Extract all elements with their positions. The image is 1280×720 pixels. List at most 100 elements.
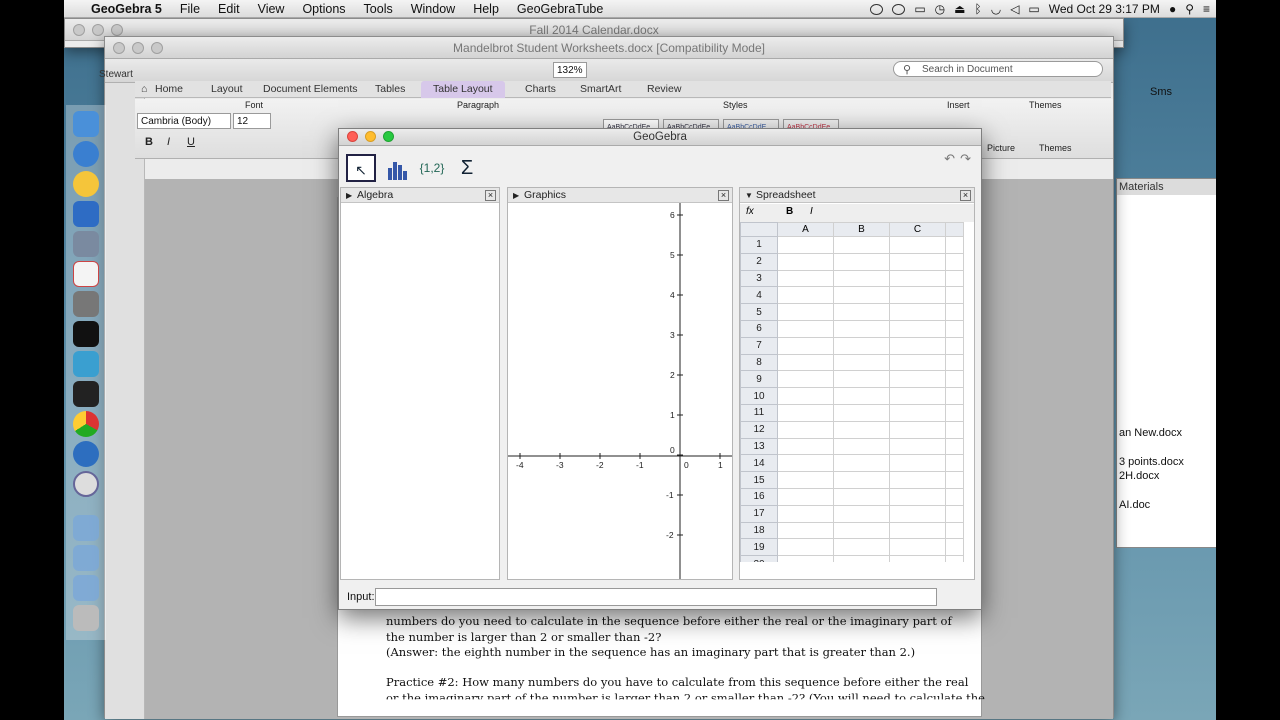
- cell[interactable]: [833, 403, 890, 422]
- tab-smartart[interactable]: SmartArt: [580, 83, 621, 95]
- calendar-icon[interactable]: [73, 261, 99, 287]
- row-header[interactable]: 20: [740, 555, 778, 562]
- minimize-icon[interactable]: [132, 42, 144, 54]
- chrome-icon[interactable]: [73, 411, 99, 437]
- cell[interactable]: [889, 420, 946, 439]
- menu-geogebratube[interactable]: GeoGebraTube: [508, 2, 612, 16]
- close-icon[interactable]: [113, 42, 125, 54]
- menu-window[interactable]: Window: [402, 2, 464, 16]
- materials-window[interactable]: Materials an New.docx 3 points.docx 2H.d…: [1116, 178, 1216, 548]
- app-menu[interactable]: GeoGebra 5: [82, 2, 171, 16]
- bluetooth-icon[interactable]: ᛒ: [975, 2, 982, 16]
- cell[interactable]: [889, 487, 946, 506]
- row-header[interactable]: 15: [740, 471, 778, 489]
- close-icon[interactable]: [73, 24, 85, 36]
- cell[interactable]: [945, 471, 964, 489]
- volume-icon[interactable]: ◁: [1010, 2, 1019, 16]
- cell[interactable]: [777, 370, 834, 389]
- undo-icon[interactable]: ↶: [944, 151, 955, 167]
- row-header[interactable]: 18: [740, 521, 778, 540]
- home-icon[interactable]: ⌂: [141, 83, 147, 95]
- row-header[interactable]: 12: [740, 420, 778, 439]
- notification-icon[interactable]: ≡: [1203, 2, 1210, 16]
- cell[interactable]: [777, 353, 834, 372]
- font-name-select[interactable]: Cambria (Body): [137, 113, 231, 129]
- underline-button[interactable]: U: [187, 136, 195, 148]
- cell[interactable]: [889, 403, 946, 422]
- picture-label[interactable]: Picture: [987, 143, 1015, 153]
- cell[interactable]: [945, 319, 964, 338]
- cell[interactable]: [777, 521, 834, 540]
- photo-icon[interactable]: [73, 231, 99, 257]
- geogebra-icon[interactable]: [73, 471, 99, 497]
- cell[interactable]: [833, 538, 890, 557]
- cell[interactable]: [945, 286, 964, 305]
- user-icon[interactable]: ●: [1169, 2, 1176, 16]
- geogebra-window[interactable]: GeoGebra ↖ {1,2} Σ ↶ ↷ ▶ Algebra × ▶ Graphi…: [338, 128, 982, 610]
- column-header-b[interactable]: B: [833, 222, 890, 237]
- cell[interactable]: [945, 336, 964, 355]
- cell[interactable]: [945, 236, 964, 254]
- cell[interactable]: [777, 555, 834, 562]
- cell[interactable]: [945, 303, 964, 321]
- row-header[interactable]: 2: [740, 252, 778, 271]
- cell[interactable]: [889, 252, 946, 271]
- tab-layout[interactable]: Layout: [211, 83, 243, 95]
- file-item[interactable]: AI.doc: [1119, 499, 1150, 511]
- cell[interactable]: [889, 303, 946, 321]
- cell[interactable]: [945, 420, 964, 439]
- cell[interactable]: [945, 555, 964, 562]
- window-controls[interactable]: [113, 42, 163, 54]
- menu-tools[interactable]: Tools: [355, 2, 402, 16]
- cell[interactable]: [889, 555, 946, 562]
- cell[interactable]: [889, 269, 946, 288]
- tab-review[interactable]: Review: [647, 83, 681, 95]
- cell[interactable]: [833, 336, 890, 355]
- cell[interactable]: [945, 403, 964, 422]
- cell[interactable]: [889, 538, 946, 557]
- font-size-select[interactable]: 12: [233, 113, 271, 129]
- applications-folder-icon[interactable]: [73, 515, 99, 541]
- list-tool-icon[interactable]: {1,2}: [417, 154, 447, 182]
- cell[interactable]: [777, 269, 834, 288]
- cell[interactable]: [777, 252, 834, 271]
- row-header[interactable]: 14: [740, 454, 778, 473]
- tab-tables[interactable]: Tables: [375, 83, 405, 95]
- airplay-icon[interactable]: ▭: [914, 2, 925, 16]
- zoom-field[interactable]: 132%: [553, 62, 587, 78]
- cell[interactable]: [833, 387, 890, 405]
- cell[interactable]: [777, 403, 834, 422]
- cell[interactable]: [833, 454, 890, 473]
- row-header[interactable]: 4: [740, 286, 778, 305]
- row-header[interactable]: 5: [740, 303, 778, 321]
- menu-options[interactable]: Options: [293, 2, 354, 16]
- italic-button[interactable]: I: [810, 206, 813, 217]
- cell[interactable]: [777, 336, 834, 355]
- zoom-icon[interactable]: [383, 131, 394, 142]
- file-item[interactable]: an New.docx: [1119, 427, 1182, 439]
- cell[interactable]: [777, 437, 834, 456]
- window-controls[interactable]: [73, 24, 123, 36]
- graphics-view[interactable]: ▶ Graphics × 6 5 4 3 2 1 0 -1 -2 -4 -3 -2 …: [507, 187, 733, 580]
- zoom-icon[interactable]: [111, 24, 123, 36]
- spreadsheet-grid[interactable]: A B C 1 2 3 4 5 6 7 8 9 10 11 12 13 14 1…: [740, 222, 972, 562]
- cell[interactable]: [945, 487, 964, 506]
- file-item[interactable]: 3 points.docx: [1119, 456, 1184, 468]
- quicktime-icon[interactable]: [73, 441, 99, 467]
- close-icon[interactable]: ×: [960, 190, 971, 201]
- menu-edit[interactable]: Edit: [209, 2, 249, 16]
- clock[interactable]: Wed Oct 29 3:17 PM: [1049, 2, 1160, 16]
- row-header[interactable]: 11: [740, 403, 778, 422]
- row-header[interactable]: 9: [740, 370, 778, 389]
- system-preferences-icon[interactable]: [73, 291, 99, 317]
- close-icon[interactable]: ×: [718, 190, 729, 201]
- row-header[interactable]: 6: [740, 319, 778, 338]
- cell[interactable]: [945, 370, 964, 389]
- file-item[interactable]: 2H.docx: [1119, 470, 1159, 482]
- row-header[interactable]: 7: [740, 336, 778, 355]
- themes-label[interactable]: Themes: [1039, 143, 1072, 153]
- row-header[interactable]: 13: [740, 437, 778, 456]
- row-header[interactable]: 10: [740, 387, 778, 405]
- zoom-icon[interactable]: [151, 42, 163, 54]
- cell[interactable]: [945, 437, 964, 456]
